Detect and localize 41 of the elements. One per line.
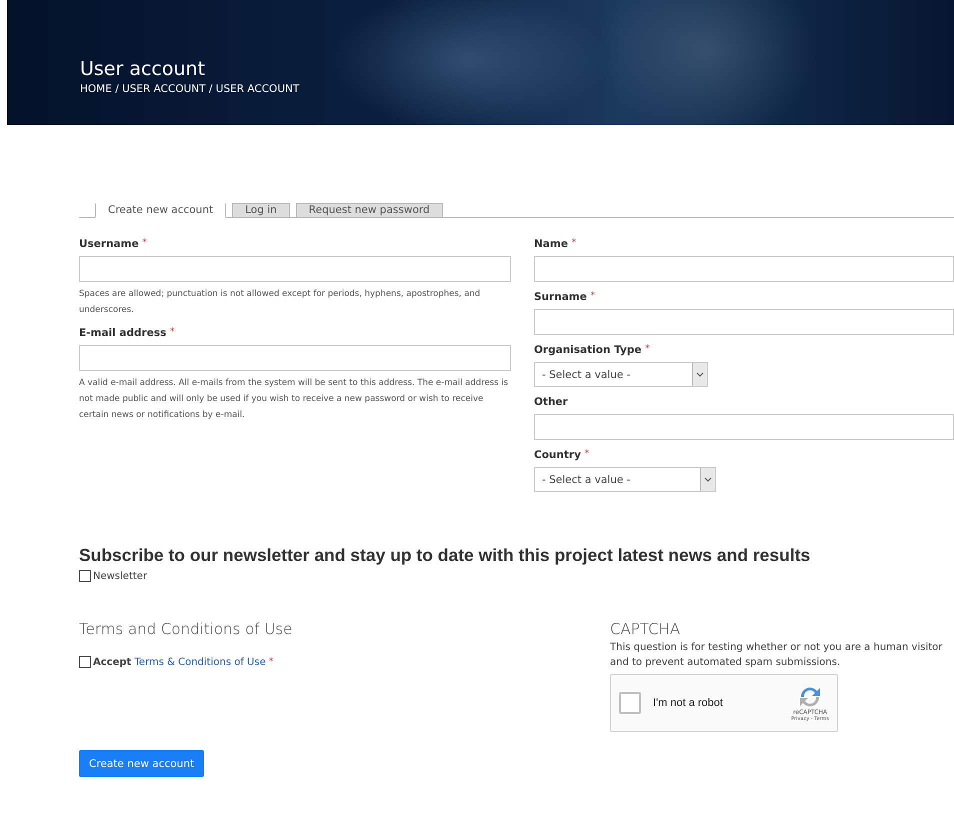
field-label: Username bbox=[79, 238, 139, 250]
required-mark: * bbox=[170, 327, 174, 337]
help-text: A valid e-mail address. All e-mails from the system will be sent to this address. The e-mail address is not made public and will only be used if you wish to receive a new password or wish to receive certain news or notifications by e-mail. bbox=[79, 377, 510, 422]
required-mark: * bbox=[584, 449, 590, 459]
text-field[interactable] bbox=[534, 256, 954, 282]
robot-label: I'm not a robot bbox=[653, 697, 724, 709]
field-label: E-mail address bbox=[79, 327, 166, 339]
tab[interactable]: Log in bbox=[232, 203, 290, 218]
field-label: Organisation Type bbox=[534, 344, 642, 356]
section-heading: Terms and Conditions of Use bbox=[79, 620, 294, 638]
section-heading: CAPTCHA bbox=[610, 620, 682, 638]
page-title: User account bbox=[80, 57, 206, 81]
text-field[interactable] bbox=[79, 345, 511, 371]
required-mark: * bbox=[142, 238, 147, 248]
text-field[interactable] bbox=[534, 309, 954, 335]
checkbox-label: Newsletter bbox=[93, 570, 148, 582]
text-field[interactable] bbox=[79, 256, 511, 282]
breadcrumb: HOME / USER ACCOUNT / USER ACCOUNT bbox=[80, 83, 300, 95]
required-mark: * bbox=[572, 238, 576, 248]
field-label: Name bbox=[534, 238, 568, 250]
tab[interactable]: Request new password bbox=[296, 203, 443, 218]
required-mark: * bbox=[645, 344, 650, 354]
accept-checkbox[interactable] bbox=[79, 656, 91, 668]
terms-link[interactable]: Terms & Conditions of Use bbox=[134, 656, 266, 668]
captcha-description: This question is for testing whether or not you are a human visitor and to prevent automated spam submissions. bbox=[610, 641, 944, 670]
newsletter-heading: Subscribe to our newsletter and stay up to date with this project latest news and results bbox=[79, 545, 812, 566]
chevron-down-icon bbox=[696, 372, 704, 377]
create-account-button[interactable]: Create new account bbox=[79, 750, 204, 777]
required-mark: * bbox=[590, 291, 595, 301]
select-field[interactable]: - Select a value - bbox=[534, 467, 716, 492]
field-label: Surname bbox=[534, 291, 587, 303]
select-field[interactable]: - Select a value - bbox=[534, 362, 708, 387]
chevron-down-icon bbox=[704, 477, 712, 482]
tab[interactable]: Create new account bbox=[95, 203, 226, 218]
newsletter-checkbox[interactable] bbox=[79, 570, 91, 582]
field-label: Other bbox=[534, 396, 568, 408]
help-text: Spaces are allowed; punctuation is not allowed except for periods, hyphens, apostrophes, and underscores. bbox=[79, 288, 482, 317]
accept-label: Accept Terms & Conditions of Use * bbox=[93, 656, 274, 668]
text-field[interactable] bbox=[534, 414, 954, 440]
robot-checkbox[interactable] bbox=[619, 692, 641, 714]
field-label: Country bbox=[534, 449, 581, 461]
